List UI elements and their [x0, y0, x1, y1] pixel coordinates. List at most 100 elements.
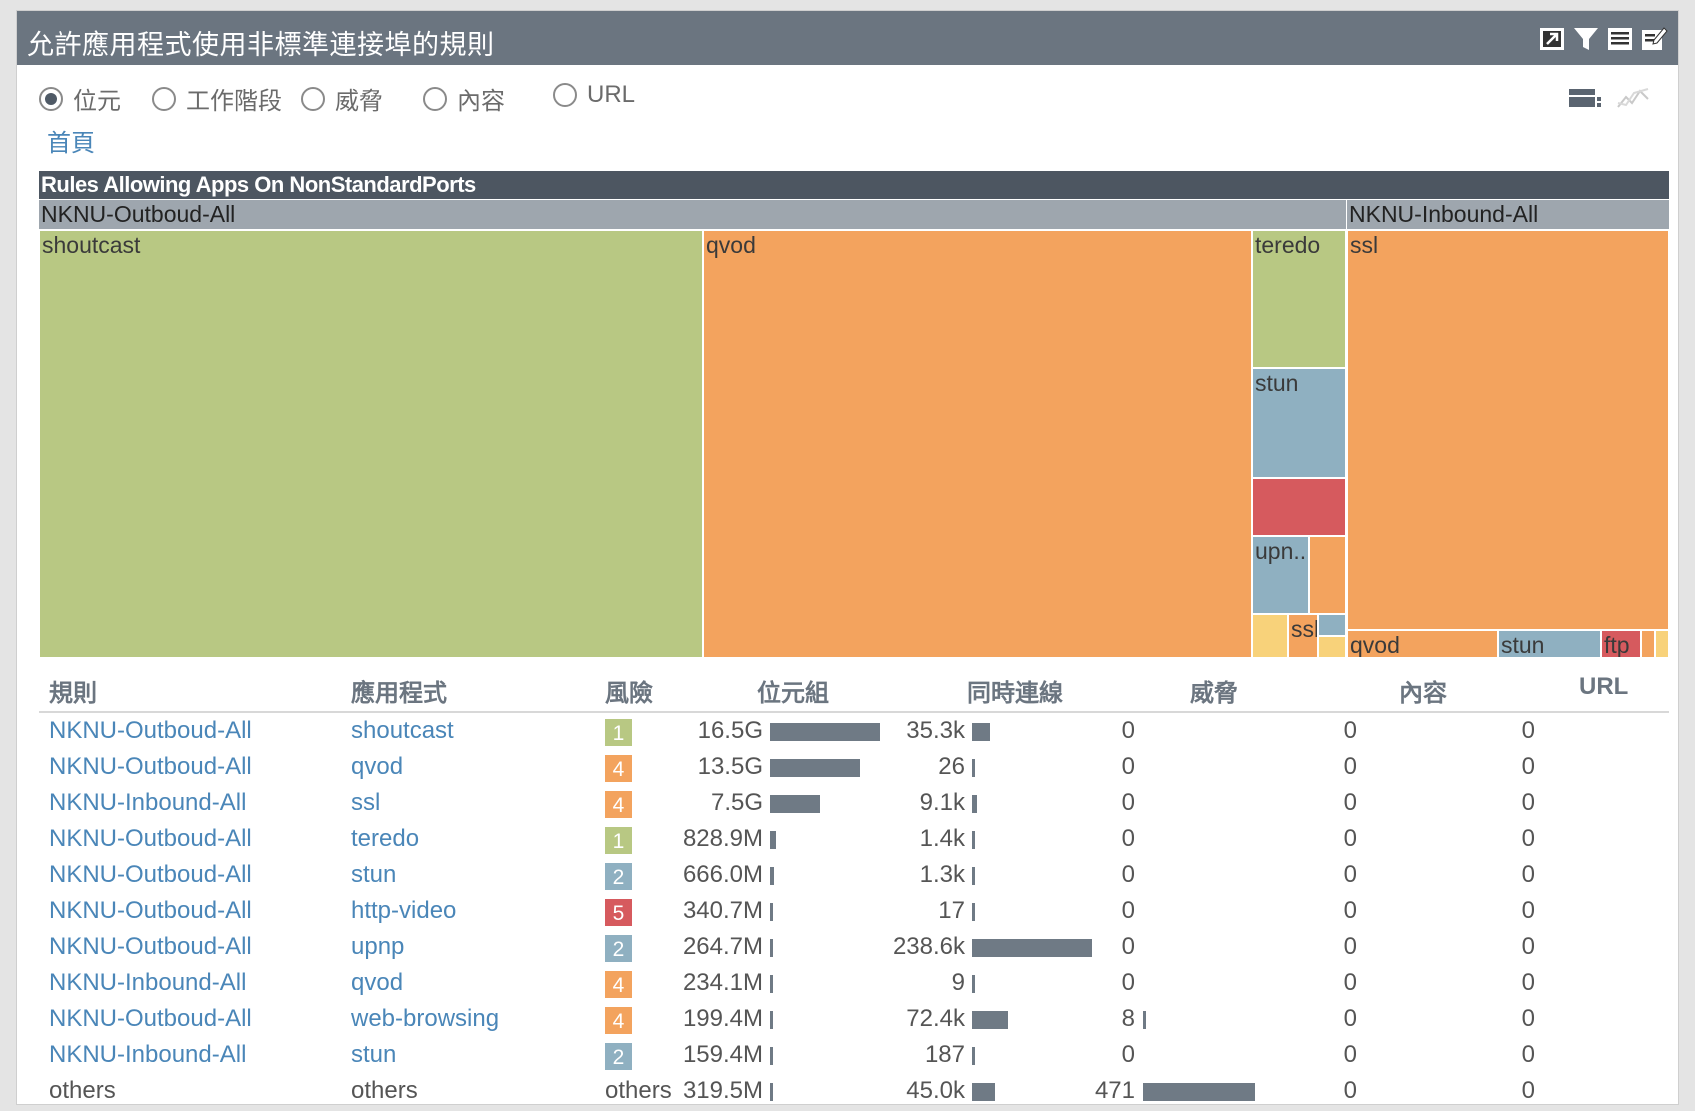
cell-rule[interactable]: NKNU-Outboud-All	[49, 717, 252, 745]
risk-badge: 5	[604, 898, 633, 927]
header-threats[interactable]: 威脅	[1190, 673, 1238, 708]
cell-url: 0	[1521, 1077, 1535, 1104]
radio-bits-circle[interactable]	[39, 86, 63, 111]
cell-bytes: 159.4M	[682, 1041, 763, 1068]
cell-rule[interactable]: NKNU-Outboud-All	[49, 825, 252, 853]
cell-web-browsing[interactable]	[1309, 536, 1346, 614]
cell-app[interactable]: ssl	[351, 789, 380, 817]
threats-bar	[1143, 1083, 1255, 1101]
widget-title: 允許應用程式使用非標準連接埠的規則	[27, 30, 495, 60]
cell-bytes: 340.7M	[682, 897, 763, 924]
cell-app[interactable]: stun	[351, 1041, 396, 1069]
bytes-bar	[770, 723, 880, 741]
header-url[interactable]: URL	[1579, 673, 1628, 701]
cell-qvod-inbound[interactable]: qvod	[1347, 630, 1498, 658]
cell-small-yellow[interactable]	[1252, 614, 1288, 658]
header-content[interactable]: 內容	[1399, 673, 1447, 708]
header-app[interactable]: 應用程式	[351, 673, 447, 708]
cell-rule[interactable]: NKNU-Outboud-All	[49, 933, 252, 961]
cell-app[interactable]: web-browsing	[351, 1005, 499, 1033]
table-row[interactable]: NKNU-Outboud-All web-browsing 4 199.4M 72.4k…	[39, 1001, 1669, 1037]
list-icon[interactable]	[1606, 25, 1634, 53]
risk-badge: 4	[604, 970, 633, 999]
cell-app[interactable]: qvod	[351, 753, 403, 781]
cell-rule[interactable]: NKNU-Outboud-All	[49, 1005, 252, 1033]
cell-teredo[interactable]: teredo	[1252, 230, 1346, 368]
cell-rule[interactable]: NKNU-Inbound-All	[49, 1041, 246, 1069]
cell-app[interactable]: stun	[351, 861, 396, 889]
table-view-icon[interactable]	[1568, 85, 1602, 111]
cell-bytes: 16.5G	[697, 717, 763, 744]
breadcrumb-home[interactable]: 首頁	[47, 123, 95, 158]
radio-content-circle[interactable]	[423, 86, 447, 111]
table-row[interactable]: NKNU-Inbound-All qvod 4 234.1M 9 0 0 0	[39, 965, 1669, 1001]
expand-icon[interactable]	[1538, 25, 1566, 53]
cell-content: 0	[1343, 717, 1357, 744]
cell-url: 0	[1521, 861, 1535, 888]
radio-bits[interactable]: 位元	[39, 81, 121, 116]
table-row[interactable]: NKNU-Outboud-All stun 2 666.0M 1.3k 0 0 0	[39, 857, 1669, 893]
cell-stun[interactable]: stun	[1252, 368, 1346, 478]
cell-bytes: 828.9M	[682, 825, 763, 852]
cell-sessions: 187	[924, 1041, 965, 1068]
sessions-bar	[972, 867, 975, 885]
radio-url[interactable]: URL	[553, 81, 635, 109]
cell-rule[interactable]: NKNU-Outboud-All	[49, 861, 252, 889]
cell-threats: 0	[1121, 825, 1135, 852]
cell-stun-inbound[interactable]: stun	[1498, 630, 1601, 658]
risk-badge: 4	[604, 754, 633, 783]
cell-tiny-yellow[interactable]	[1655, 630, 1669, 658]
cell-qvod[interactable]: qvod	[703, 230, 1252, 658]
header-sessions[interactable]: 同時連線	[967, 673, 1063, 708]
radio-content-label: 內容	[457, 88, 505, 115]
cell-http-video[interactable]	[1252, 478, 1346, 536]
cell-ssl-inbound[interactable]: ssl	[1347, 230, 1669, 630]
cell-content: 0	[1343, 861, 1357, 888]
radio-url-circle[interactable]	[553, 83, 577, 107]
cell-small-yellow-2[interactable]	[1318, 636, 1346, 658]
edit-icon[interactable]	[1640, 25, 1668, 53]
cell-rule[interactable]: NKNU-Outboud-All	[49, 753, 252, 781]
cell-bytes: 13.5G	[697, 753, 763, 780]
title-bar: 允許應用程式使用非標準連接埠的規則	[17, 11, 1678, 65]
table-row[interactable]: NKNU-Outboud-All http-video 5 340.7M 17 0 0 0	[39, 893, 1669, 929]
line-chart-icon[interactable]	[1616, 85, 1650, 111]
sessions-bar	[972, 723, 990, 741]
table-row[interactable]: NKNU-Inbound-All ssl 4 7.5G 9.1k 0 0 0	[39, 785, 1669, 821]
table-row[interactable]: NKNU-Outboud-All qvod 4 13.5G 26 0 0 0	[39, 749, 1669, 785]
cell-app[interactable]: http-video	[351, 897, 456, 925]
table-row[interactable]: NKNU-Outboud-All upnp 2 264.7M 238.6k 0 0 0	[39, 929, 1669, 965]
header-risk[interactable]: 風險	[605, 673, 653, 708]
cell-app[interactable]: upnp	[351, 933, 404, 961]
group-header-inbound[interactable]: NKNU-Inbound-All	[1347, 200, 1669, 229]
table-row[interactable]: others others others 319.5M 45.0k 471 0 0	[39, 1073, 1669, 1109]
header-rule[interactable]: 規則	[49, 673, 97, 708]
cell-app[interactable]: shoutcast	[351, 717, 454, 745]
cell-ftp[interactable]: ftp	[1601, 630, 1641, 658]
filter-icon[interactable]	[1572, 25, 1600, 53]
table-row[interactable]: NKNU-Outboud-All teredo 1 828.9M 1.4k 0 0 0	[39, 821, 1669, 857]
cell-tiny-orange[interactable]	[1641, 630, 1655, 658]
cell-app: others	[351, 1077, 418, 1104]
sessions-bar	[972, 975, 975, 993]
cell-upnp[interactable]: upn..	[1252, 536, 1309, 614]
cell-shoutcast[interactable]: shoutcast	[39, 230, 703, 658]
radio-content[interactable]: 內容	[423, 81, 505, 116]
table-row[interactable]: NKNU-Inbound-All stun 2 159.4M 187 0 0 0	[39, 1037, 1669, 1073]
cell-app[interactable]: teredo	[351, 825, 419, 853]
cell-rule[interactable]: NKNU-Inbound-All	[49, 789, 246, 817]
radio-threats[interactable]: 威脅	[301, 81, 383, 116]
radio-threats-circle[interactable]	[301, 86, 325, 111]
table-row[interactable]: NKNU-Outboud-All shoutcast 1 16.5G 35.3k 0 0 0	[39, 713, 1669, 749]
cell-rule[interactable]: NKNU-Inbound-All	[49, 969, 246, 997]
cell-url: 0	[1521, 969, 1535, 996]
cell-ssl-small[interactable]: ssl	[1288, 614, 1318, 658]
cell-url: 0	[1521, 717, 1535, 744]
header-bytes[interactable]: 位元組	[757, 673, 829, 708]
radio-sessions[interactable]: 工作階段	[152, 81, 282, 116]
cell-rule[interactable]: NKNU-Outboud-All	[49, 897, 252, 925]
cell-app[interactable]: qvod	[351, 969, 403, 997]
radio-sessions-circle[interactable]	[152, 86, 176, 111]
cell-small-blue[interactable]	[1318, 614, 1346, 636]
group-header-outbound[interactable]: NKNU-Outboud-All	[39, 200, 1346, 229]
